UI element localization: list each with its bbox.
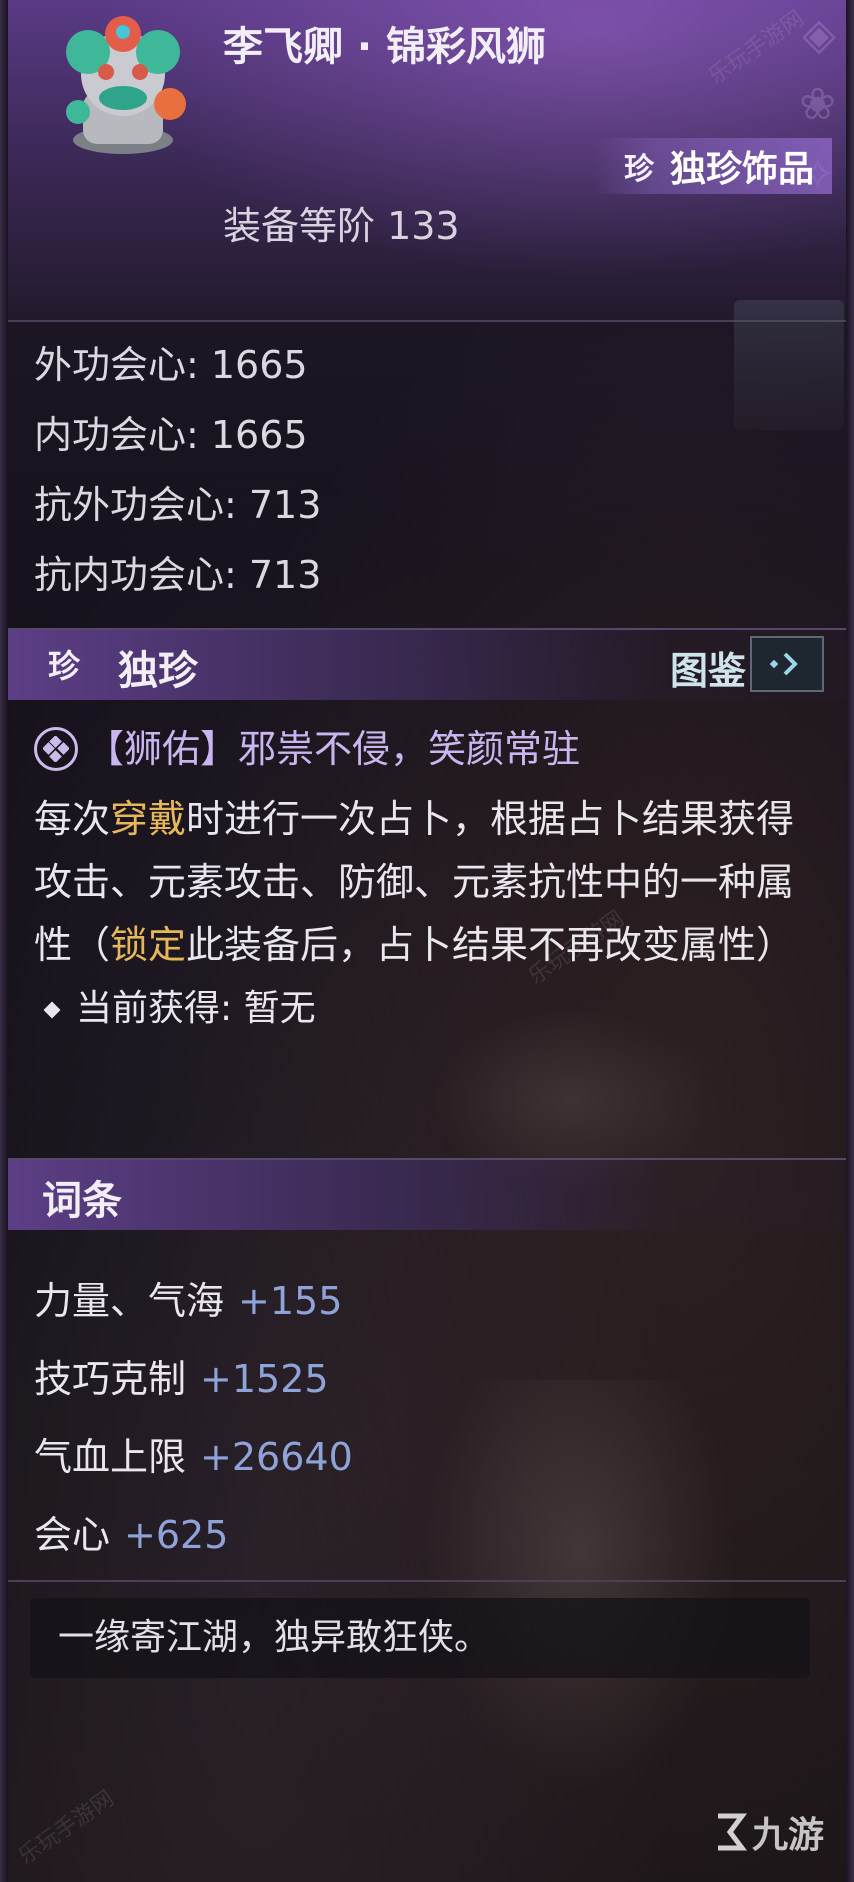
section-title: 词条 <box>42 1178 122 1224</box>
unique-section-header: 珍 独珍 图鉴 <box>8 628 846 700</box>
item-thumbnail <box>734 300 844 430</box>
diamond-grid-icon <box>34 727 78 771</box>
affix-item: 会心 +625 <box>34 1496 674 1574</box>
stat-line: 外功会心: 1665 <box>34 343 308 387</box>
unique-effect: 【狮佑】邪祟不侵，笑颜常驻 每次穿戴时进行一次占卜，根据占卜结果获得攻击、元素攻… <box>34 716 814 1039</box>
stat-line: 抗外功会心: 713 <box>34 483 322 527</box>
rarity-badge-icon: 珍 <box>623 152 654 187</box>
effect-text: 此装备后，占卜结果不再改变属性） <box>186 923 795 967</box>
affix-name: 气血上限 <box>34 1435 187 1479</box>
affix-item: 气血上限 +26640 <box>34 1418 674 1496</box>
affix-value: +625 <box>124 1513 229 1557</box>
stat-line: 抗内功会心: 713 <box>34 553 322 597</box>
bullet-diamond-icon <box>43 1001 61 1019</box>
affix-list: 力量、气海 +155 技巧克制 +1525 气血上限 +26640 会心 +625 <box>34 1262 674 1574</box>
site-logo: 九游 <box>708 1806 824 1858</box>
effect-name: 【狮佑】邪祟不侵，笑颜常驻 <box>86 727 581 771</box>
section-title: 独珍 <box>118 648 198 694</box>
effect-description: 每次穿戴时进行一次占卜，根据占卜结果获得攻击、元素攻击、防御、元素抗性中的一种属… <box>34 788 814 977</box>
tujian-label[interactable]: 图鉴 <box>670 640 746 695</box>
base-stats: 外功会心: 1665 内功会心: 1665 抗外功会心: 713 抗内功会心: … <box>34 330 674 610</box>
flavor-text: 一缘寄江湖，独异敢狂侠。 <box>30 1598 810 1678</box>
effect-highlight: 穿戴 <box>110 797 187 841</box>
logo-icon <box>717 1813 747 1851</box>
current-result-text: 当前获得: 暂无 <box>76 988 316 1029</box>
affix-name: 力量、气海 <box>34 1279 225 1323</box>
affix-value: +1525 <box>200 1357 329 1401</box>
equip-level: 装备等阶 133 <box>223 204 460 248</box>
effect-highlight: 锁定 <box>110 923 187 967</box>
affix-value: +155 <box>238 1279 343 1323</box>
frame-border-left <box>0 0 8 1882</box>
effect-title: 【狮佑】邪祟不侵，笑颜常驻 <box>34 716 814 782</box>
affix-name: 技巧克制 <box>34 1357 187 1401</box>
item-tooltip-panel: ◈❀✧ 李飞卿 · 锦彩风狮 珍 独珍饰品 装备等阶 133 <box>0 0 854 1882</box>
chevron-right-icon <box>769 652 798 676</box>
watermark: 乐玩手游网 <box>14 1786 119 1870</box>
zhen-badge-icon: 珍 <box>47 647 80 685</box>
item-header: ◈❀✧ 李飞卿 · 锦彩风狮 珍 独珍饰品 装备等阶 133 <box>8 0 846 322</box>
affix-item: 技巧克制 +1525 <box>34 1340 674 1418</box>
affix-item: 力量、气海 +155 <box>34 1262 674 1340</box>
tujian-button[interactable] <box>750 636 824 692</box>
frame-border-right <box>846 0 854 1882</box>
affix-name: 会心 <box>34 1513 111 1557</box>
current-result: 当前获得: 暂无 <box>34 979 814 1039</box>
affix-value: +26640 <box>200 1435 353 1479</box>
rarity-tag: 珍 独珍饰品 <box>592 138 832 194</box>
section-divider <box>8 1580 846 1582</box>
item-name: 李飞卿 · 锦彩风狮 <box>223 24 547 70</box>
logo-text: 九游 <box>751 1815 824 1856</box>
stat-line: 内功会心: 1665 <box>34 413 308 457</box>
lion-ornament-icon <box>48 12 198 162</box>
rarity-label: 独珍饰品 <box>669 149 814 190</box>
effect-text: 每次 <box>34 797 111 841</box>
affix-section-header: 词条 <box>8 1158 846 1230</box>
